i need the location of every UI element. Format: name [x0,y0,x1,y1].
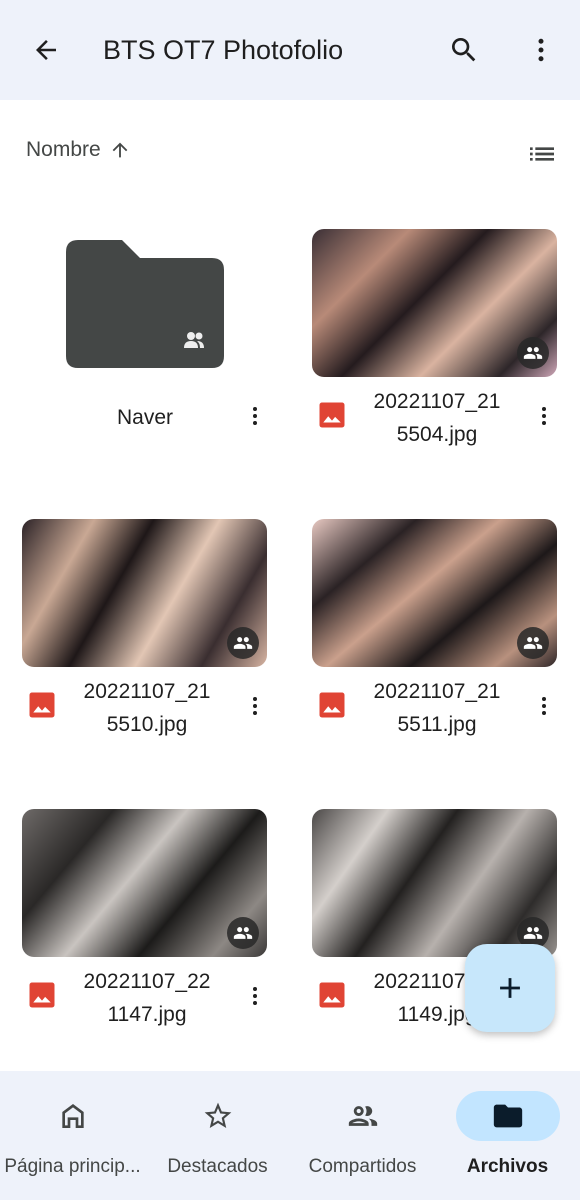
photo-thumbnail [312,809,557,957]
search-icon [452,38,476,62]
sort-bar: Nombre [0,128,580,178]
list-view-icon [530,147,554,161]
file-name-line-2: 5504.jpg [396,423,478,446]
shared-icon [517,337,549,369]
more-vert-icon [542,407,546,425]
folder-icon [66,240,224,368]
overflow-menu-button[interactable] [517,26,565,74]
shared-icon [227,917,259,949]
shared-icon [227,627,259,659]
image-file-icon [27,690,57,720]
top-app-bar: BTS OT7 Photofolio [0,0,580,100]
photo-thumbnail [22,809,267,957]
new-item-fab[interactable] [465,944,555,1032]
file-name-line-1: 20221107_21 [373,680,501,703]
back-button[interactable] [22,26,70,74]
image-file-icon [317,400,347,430]
more-vert-icon [542,697,546,715]
star-icon [166,1091,270,1141]
nav-label: Compartidos [308,1156,417,1177]
bottom-navigation: Página princip... Destacados Compartidos… [0,1071,580,1200]
file-more-button[interactable] [532,396,556,436]
more-vert-icon [253,987,257,1005]
nav-item-starred[interactable]: Destacados [145,1071,290,1200]
folder-icon [455,1091,560,1141]
nav-item-files[interactable]: Archivos [435,1071,580,1200]
sort-by-name-button[interactable]: Nombre [26,138,131,162]
more-vert-icon [538,38,544,62]
file-name-line-2: 5510.jpg [106,713,188,736]
nav-item-shared[interactable]: Compartidos [290,1071,435,1200]
file-name-line-1: 20221107_22 [83,970,211,993]
people-icon [311,1091,415,1141]
file-name-line-1: 20221107_21 [83,680,211,703]
photo-thumbnail [312,229,557,377]
file-more-button[interactable] [243,686,267,726]
more-vert-icon [253,407,257,425]
shared-icon [517,627,549,659]
home-icon [21,1091,125,1141]
more-vert-icon [253,697,257,715]
photo-thumbnail [22,519,267,667]
nav-label: Página princip... [4,1156,141,1177]
file-name-line-2: 1147.jpg [107,1003,187,1026]
file-more-button[interactable] [243,976,267,1016]
file-more-button[interactable] [532,686,556,726]
nav-label: Archivos [466,1156,549,1177]
arrow-upward-icon [112,142,128,158]
arrow-back-icon [36,40,56,60]
list-view-button[interactable] [520,134,564,174]
page-title: BTS OT7 Photofolio [103,35,344,65]
search-button[interactable] [440,26,488,74]
file-more-button[interactable] [243,396,267,436]
file-name-line-2: 5511.jpg [397,713,477,736]
nav-label: Destacados [167,1156,268,1177]
file-name-line-1: 20221107_21 [373,390,501,413]
image-file-icon [27,980,57,1010]
nav-item-home[interactable]: Página princip... [0,1071,145,1200]
file-name: Naver [116,406,174,429]
image-file-icon [317,690,347,720]
image-file-icon [317,980,347,1010]
sort-label: Nombre [26,138,101,161]
photo-thumbnail [312,519,557,667]
add-icon [500,978,520,998]
